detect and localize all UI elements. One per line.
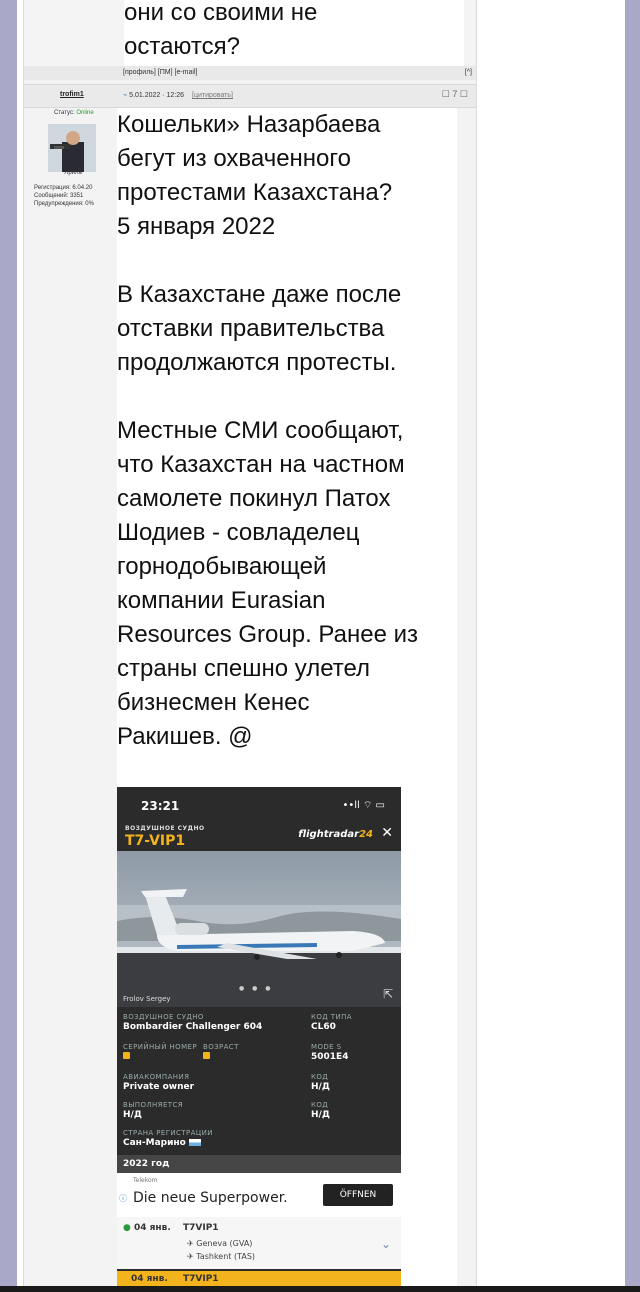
post-date: 5.01.2022 · 12:26 bbox=[129, 92, 185, 99]
operator-field: ВЫПОЛНЯЕТСЯ Н/Д bbox=[123, 1101, 183, 1120]
ad-open-button: ÖFFNEN bbox=[323, 1184, 393, 1206]
phone-time: 23:21 bbox=[141, 799, 180, 813]
flightradar-logo: flightradar24 bbox=[298, 829, 373, 840]
aircraft-photo bbox=[117, 851, 401, 1007]
avatar-image bbox=[48, 124, 96, 172]
close-icon: ✕ bbox=[381, 825, 393, 841]
flight-destination: ✈ Tashkent (TAS) bbox=[187, 1252, 256, 1261]
author-status: Статус: Online bbox=[54, 110, 94, 116]
ad-text: Die neue Superpower. bbox=[133, 1190, 288, 1206]
report-icon[interactable]: ☐ bbox=[442, 89, 450, 99]
forum-page: они со своими не остаются? [профиль] [ПМ… bbox=[17, 0, 625, 1286]
flightradar-screenshot: 23:21 ••ll ⌔ ▭ ВОЗДУШНОЕ СУДНО T7-VIP1 f… bbox=[117, 787, 401, 1286]
lock-icon bbox=[203, 1052, 210, 1059]
profile-pm-email-links[interactable]: [профиль] [ПМ] [e-mail] bbox=[123, 66, 197, 80]
post-icon: ⌁ bbox=[123, 92, 128, 99]
chevron-down-icon: ⌄ bbox=[380, 1237, 391, 1251]
previous-post-text: они со своими не остаются? bbox=[124, 0, 318, 60]
flight-date: ● 04 янв. bbox=[123, 1223, 171, 1233]
aircraft-field: ВОЗДУШНОЕ СУДНО Bombardier Challenger 60… bbox=[123, 1013, 263, 1032]
ad-brand: Telekom bbox=[133, 1177, 158, 1184]
next-flight-row: 04 янв. T7VIP1 bbox=[117, 1271, 401, 1286]
post-text: Кошельки» Назарбаева бегут из охваченног… bbox=[117, 111, 419, 750]
post-meta: ⌁ 5.01.2022 · 12:26 [цитировать] bbox=[123, 91, 233, 99]
author-stats: Регистрация: 6.04.20 Сообщений: 3351 Пре… bbox=[34, 184, 94, 208]
post-header: trofim1 ⌁ 5.01.2022 · 12:26 [цитировать]… bbox=[24, 84, 476, 108]
author-rank: Ярила bbox=[64, 170, 82, 176]
lock-icon bbox=[123, 1052, 130, 1059]
warnings: Предупреждения: 0% bbox=[34, 201, 94, 207]
aircraft-registration: T7-VIP1 bbox=[125, 833, 186, 849]
message-count: Сообщений: 3351 bbox=[34, 193, 84, 199]
aircraft-label: ВОЗДУШНОЕ СУДНО bbox=[125, 825, 205, 832]
post-header-actions: ☐ 7 ☐ bbox=[442, 89, 468, 100]
advertisement: Telekom ⓘ Die neue Superpower. ÖFFNEN bbox=[117, 1173, 401, 1217]
code-field: КОД Н/Д bbox=[311, 1073, 330, 1092]
modes-field: MODE S 5001E4 bbox=[311, 1043, 349, 1062]
country-field: СТРАНА РЕГИСТРАЦИИ Сан-Марино bbox=[123, 1129, 213, 1148]
type-code-field: КОД ТИПА CL60 bbox=[311, 1013, 352, 1032]
phone-status-icons: ••ll ⌔ ▭ bbox=[342, 800, 385, 811]
previous-post-links: [профиль] [ПМ] [e-mail] [^] bbox=[24, 66, 476, 80]
flag-icon bbox=[188, 1139, 201, 1146]
ad-info-icon: ⓘ bbox=[119, 1194, 127, 1203]
serial-field: СЕРИЙНЫЙ НОМЕР bbox=[123, 1043, 197, 1062]
flight-row: ● 04 янв. T7VIP1 ✈ Geneva (GVA) ✈ Tashke… bbox=[117, 1217, 401, 1269]
previous-post: они со своими не остаются? bbox=[24, 0, 474, 67]
status-label: Статус: bbox=[54, 110, 75, 116]
code2-field: КОД Н/Д bbox=[311, 1101, 330, 1120]
avatar[interactable] bbox=[48, 124, 96, 172]
flight-code: T7VIP1 bbox=[183, 1223, 219, 1233]
quote-button[interactable]: [цитировать] bbox=[192, 92, 233, 99]
reply-icon[interactable]: ☐ bbox=[460, 89, 468, 99]
bottom-bar bbox=[0, 1286, 640, 1292]
registration-date: Регистрация: 6.04.20 bbox=[34, 185, 93, 191]
year-header: 2022 год bbox=[117, 1155, 401, 1173]
airline-field: АВИАКОМПАНИЯ Private owner bbox=[123, 1073, 195, 1092]
photographer-credit: Frolov Sergey bbox=[123, 995, 171, 1003]
age-field: ВОЗРАСТ bbox=[203, 1043, 239, 1062]
post-number: 7 bbox=[452, 89, 458, 99]
arrival-icon: ✈ bbox=[187, 1252, 197, 1261]
carousel-dots: ● ● ● bbox=[239, 985, 274, 992]
next-flight-code: T7VIP1 bbox=[183, 1274, 219, 1284]
back-to-top-icon[interactable]: [^] bbox=[465, 66, 472, 80]
status-value: Online bbox=[76, 110, 94, 116]
next-flight-date: 04 янв. bbox=[131, 1274, 168, 1284]
departure-icon: ✈ bbox=[187, 1239, 197, 1248]
author-username[interactable]: trofim1 bbox=[60, 91, 84, 98]
expand-icon: ⇱ bbox=[382, 987, 393, 1001]
flight-origin: ✈ Geneva (GVA) bbox=[187, 1239, 253, 1248]
